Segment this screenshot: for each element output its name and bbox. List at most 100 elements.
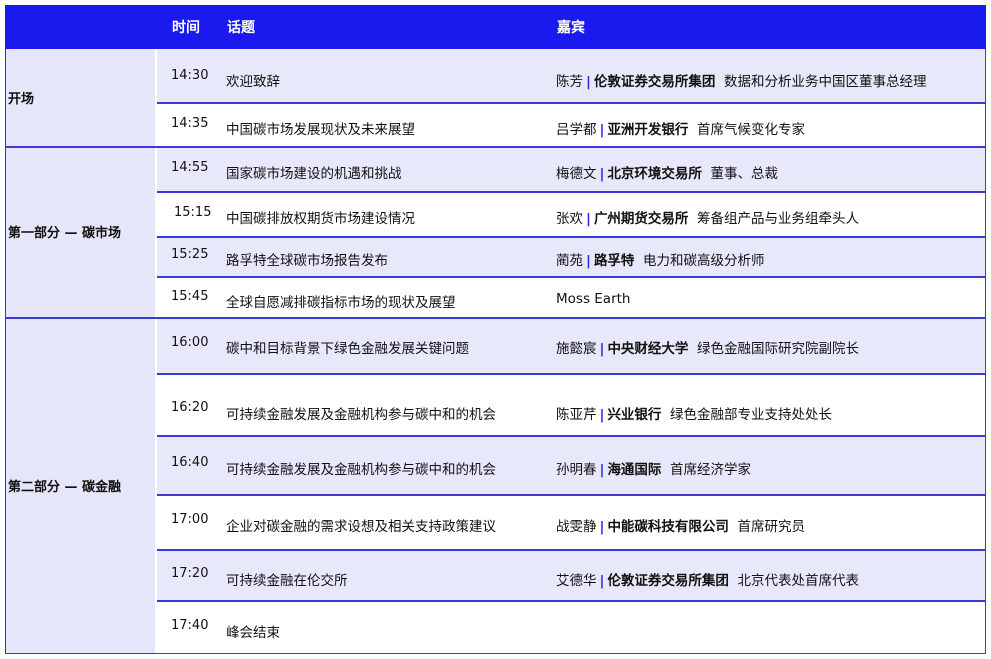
row-divider: [157, 549, 986, 551]
row-divider: [157, 373, 986, 375]
guest-name: 蔺苑: [556, 253, 583, 269]
row-time: 15:15: [174, 205, 212, 220]
row-divider: [157, 276, 986, 278]
table-row: 14:30 欢迎致辞 陈芳 | 伦敦证券交易所集团 数据和分析业务中国区董事总经理: [157, 49, 986, 102]
guest-name: 孙明春: [556, 462, 597, 478]
row-topic: 峰会结束: [226, 625, 280, 641]
guest-org: 北京环境交易所: [607, 166, 702, 182]
row-time: 16:40: [171, 455, 209, 470]
section-label: 开场: [8, 92, 35, 107]
row-time: 15:25: [171, 247, 209, 262]
row-divider: [157, 102, 986, 104]
table-bottom-border: [5, 652, 986, 654]
table-row: 17:40 峰会结束: [157, 600, 986, 654]
row-time: 14:30: [171, 68, 209, 83]
row-guest: 陈芳 | 伦敦证券交易所集团 数据和分析业务中国区董事总经理: [556, 74, 927, 90]
table-header: 时间 话题 嘉宾: [5, 5, 986, 49]
guest-org: 中能碳科技有限公司: [607, 519, 729, 535]
section-divider: [5, 317, 986, 319]
row-topic: 可持续金融在伦交所: [226, 573, 348, 589]
guest-org: 广州期货交易所: [593, 211, 689, 227]
row-topic: 碳中和目标背景下绿色金融发展关键问题: [226, 341, 469, 357]
row-guest: 张欢 | 广州期货交易所 筹备组产品与业务组牵头人: [556, 211, 860, 227]
header-guest: 嘉宾: [557, 20, 585, 36]
row-divider: [157, 494, 986, 496]
table-row: 14:35 中国碳市场发展现状及未来展望 吕学都 | 亚洲开发银行 首席气候变化专家: [157, 102, 986, 146]
table-row: 16:40 可持续金融发展及金融机构参与碳中和的机会 孙明春 | 海通国际 首席经济…: [157, 435, 986, 494]
row-divider: [157, 236, 986, 238]
guest-name: Moss Earth: [556, 291, 631, 307]
row-time: 17:40: [171, 618, 209, 633]
guest-org: 伦敦证券交易所集团: [607, 573, 729, 589]
table-right-border: [984, 49, 986, 654]
guest-org: 海通国际: [607, 462, 662, 478]
guest-name: 梅德文: [556, 166, 597, 182]
row-topic: 可持续金融发展及金融机构参与碳中和的机会: [226, 462, 496, 478]
row-divider: [157, 600, 986, 602]
header-topic: 话题: [227, 20, 255, 36]
row-guest: 蔺苑 | 路孚特 电力和碳高级分析师: [556, 253, 765, 269]
guest-title: 数据和分析业务中国区董事总经理: [724, 74, 927, 90]
guest-name: 吕学都: [556, 122, 597, 138]
guest-org: 伦敦证券交易所集团: [593, 74, 716, 90]
row-time: 14:35: [171, 116, 209, 131]
row-guest: 梅德文 | 北京环境交易所 董事、总裁: [556, 166, 779, 182]
row-topic: 国家碳市场建设的机遇和挑战: [226, 166, 402, 182]
row-topic: 企业对碳金融的需求设想及相关支持政策建议: [226, 519, 496, 535]
section-opening: 开场: [5, 49, 155, 146]
row-topic: 中国碳市场发展现状及未来展望: [226, 122, 415, 138]
row-guest: 战雯静 | 中能碳科技有限公司 首席研究员: [556, 519, 806, 535]
row-time: 17:00: [171, 512, 209, 527]
header-time: 时间: [172, 20, 200, 36]
table-row: 17:20 可持续金融在伦交所 艾德华 | 伦敦证券交易所集团 北京代表处首席代表: [157, 549, 986, 600]
table-row: 15:15 中国碳排放权期货市场建设情况 张欢 | 广州期货交易所 筹备组产品与业务…: [157, 191, 986, 236]
guest-title: 首席气候变化专家: [697, 122, 806, 138]
guest-org: 路孚特: [593, 253, 635, 269]
row-time: 16:20: [171, 400, 209, 415]
row-divider: [157, 435, 986, 437]
table-row: 16:20 可持续金融发展及金融机构参与碳中和的机会 陈亚芹 | 兴业银行 绿色金融…: [157, 373, 986, 435]
guest-name: 陈亚芹: [556, 407, 597, 423]
guest-name: 艾德华: [556, 573, 597, 589]
section-label: 第二部分 — 碳金融: [8, 480, 122, 495]
guest-org: 亚洲开发银行: [607, 122, 689, 138]
table-row: 16:00 碳中和目标背景下绿色金融发展关键问题 施懿宸 | 中央财经大学 绿色金融…: [157, 317, 986, 373]
row-topic: 可持续金融发展及金融机构参与碳中和的机会: [226, 407, 496, 423]
section-carbon-finance: 第二部分 — 碳金融: [5, 317, 155, 654]
row-guest: 艾德华 | 伦敦证券交易所集团 北京代表处首席代表: [556, 573, 860, 589]
row-guest: 陈亚芹 | 兴业银行 绿色金融部专业支持处处长: [556, 407, 833, 423]
row-topic: 欢迎致辞: [226, 74, 280, 90]
row-topic: 中国碳排放权期货市场建设情况: [226, 211, 415, 227]
guest-name: 张欢: [556, 211, 583, 227]
guest-title: 首席研究员: [737, 519, 806, 535]
guest-org: 兴业银行: [607, 407, 662, 423]
row-topic: 路孚特全球碳市场报告发布: [226, 253, 388, 269]
row-time: 15:45: [171, 289, 209, 304]
guest-title: 董事、总裁: [710, 166, 779, 182]
row-divider: [157, 191, 986, 193]
agenda-table: 时间 话题 嘉宾 开场 第一部分 — 碳市场 第二部分 — 碳金融 14:30 …: [5, 5, 986, 654]
row-guest: Moss Earth: [556, 291, 630, 307]
row-time: 16:00: [171, 335, 209, 350]
row-time: 17:20: [171, 566, 209, 581]
guest-name: 陈芳: [556, 74, 583, 90]
guest-title: 电力和碳高级分析师: [643, 253, 765, 269]
table-row: 15:45 全球自愿减排碳指标市场的现状及展望 Moss Earth: [157, 276, 986, 317]
guest-name: 战雯静: [556, 519, 597, 535]
guest-org: 中央财经大学: [607, 341, 689, 357]
guest-title: 绿色金融国际研究院副院长: [697, 341, 860, 357]
table-row: 15:25 路孚特全球碳市场报告发布 蔺苑 | 路孚特 电力和碳高级分析师: [157, 236, 986, 276]
row-guest: 孙明春 | 海通国际 首席经济学家: [556, 462, 752, 478]
guest-title: 首席经济学家: [670, 462, 752, 478]
guest-name: 施懿宸: [556, 341, 597, 357]
guest-title: 北京代表处首席代表: [737, 573, 860, 589]
table-row: 17:00 企业对碳金融的需求设想及相关支持政策建议 战雯静 | 中能碳科技有限公司…: [157, 494, 986, 549]
section-divider: [5, 146, 986, 148]
section-label: 第一部分 — 碳市场: [8, 226, 122, 241]
section-carbon-market: 第一部分 — 碳市场: [5, 146, 155, 317]
row-topic: 全球自愿减排碳指标市场的现状及展望: [226, 295, 456, 311]
table-row: 14:55 国家碳市场建设的机遇和挑战 梅德文 | 北京环境交易所 董事、总裁: [157, 146, 986, 191]
row-guest: 吕学都 | 亚洲开发银行 首席气候变化专家: [556, 122, 806, 138]
row-time: 14:55: [171, 160, 209, 175]
row-guest: 施懿宸 | 中央财经大学 绿色金融国际研究院副院长: [556, 341, 860, 357]
